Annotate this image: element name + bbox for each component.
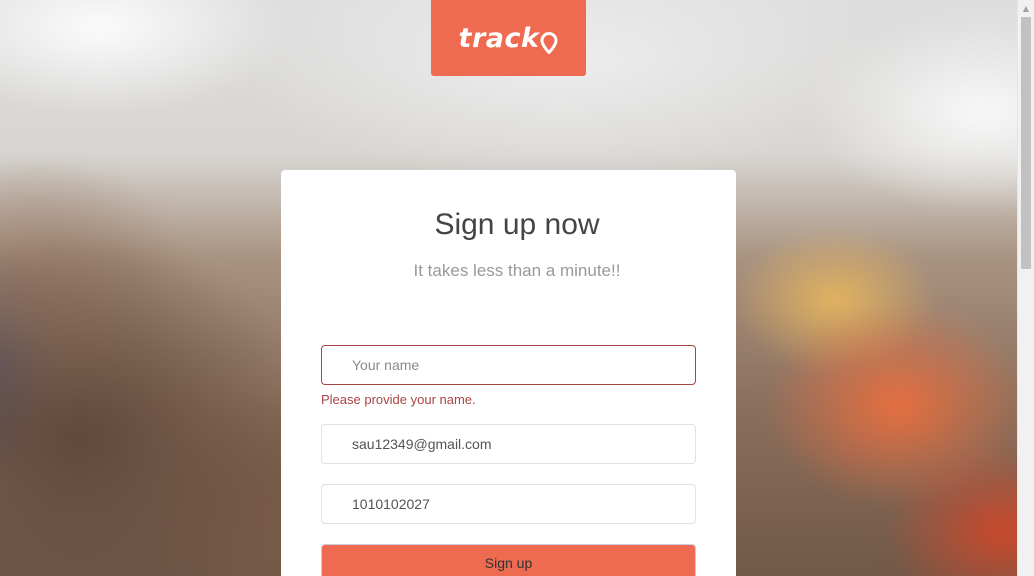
- scrollbar-thumb[interactable]: [1021, 17, 1031, 269]
- email-input[interactable]: [321, 424, 696, 464]
- signup-button[interactable]: Sign up: [321, 544, 696, 576]
- page-title: Sign up now: [434, 208, 600, 241]
- chevron-up-icon[interactable]: ▲: [1018, 0, 1034, 17]
- name-error-message: Please provide your name.: [321, 392, 476, 407]
- brand-logo[interactable]: track: [431, 0, 586, 76]
- page-scrollbar[interactable]: ▲: [1017, 0, 1034, 576]
- page-subtitle: It takes less than a minute!!: [413, 261, 621, 280]
- location-pin-icon: [540, 30, 558, 55]
- brand-name: track: [458, 22, 540, 54]
- page: track Sign up now It takes less than a m…: [0, 0, 1034, 576]
- phone-input[interactable]: [321, 484, 696, 524]
- name-input[interactable]: [321, 345, 696, 385]
